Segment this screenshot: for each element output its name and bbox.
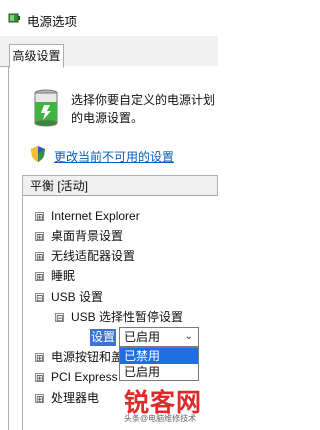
option-disabled[interactable]: 已禁用: [120, 348, 198, 364]
chevron-down-icon[interactable]: ⌄: [185, 328, 193, 346]
collapse-icon[interactable]: ⊟: [35, 293, 44, 303]
expand-icon[interactable]: ⊞: [35, 353, 44, 363]
tree-item-label: USB 选择性暂停设置: [71, 310, 184, 324]
tab-advanced-settings[interactable]: 高级设置: [9, 44, 64, 68]
option-enabled[interactable]: 已启用: [120, 364, 198, 380]
battery-icon: [34, 89, 58, 127]
tree-item-label: 桌面背景设置: [51, 229, 124, 243]
expand-icon[interactable]: ⊞: [35, 232, 44, 242]
change-unavailable-settings-link[interactable]: 更改当前不可用的设置: [54, 148, 174, 165]
tree-item-label: USB 设置: [51, 290, 104, 304]
description-line-1: 选择你要自定义的电源计划: [71, 93, 216, 107]
description-line-2: 的电源设置。: [71, 111, 144, 125]
tree-item-label: PCI Express: [51, 370, 118, 384]
power-plan-select[interactable]: 平衡 [活动]: [22, 175, 218, 196]
expand-icon[interactable]: ⊞: [35, 272, 44, 282]
expand-icon[interactable]: ⊞: [35, 252, 44, 262]
expand-icon[interactable]: ⊞: [35, 373, 44, 383]
power-options-icon: [8, 13, 20, 23]
watermark-subtext: 头条@电脑维修技术: [124, 414, 197, 423]
tree-item-label: 处理器电: [51, 391, 100, 405]
tree-item-label: 电源按钮和盖: [51, 350, 124, 364]
dropdown-list: 已禁用 已启用: [119, 347, 199, 381]
combo-value: 已启用: [124, 330, 161, 344]
shield-icon: [31, 146, 45, 162]
expand-icon[interactable]: ⊞: [35, 212, 44, 222]
tree-item-label: 睡眠: [51, 269, 76, 283]
title-bar: 电源选项: [0, 0, 218, 36]
usb-suspend-combo[interactable]: 已启用 ⌄: [119, 327, 199, 347]
tree-item-label: Internet Explorer: [51, 209, 140, 223]
window-title: 电源选项: [27, 15, 78, 29]
expand-icon[interactable]: ⊞: [35, 394, 44, 404]
tree-item-label: 无线适配器设置: [51, 249, 136, 263]
collapse-icon[interactable]: ⊟: [55, 313, 64, 323]
setting-label: 设置: [90, 329, 117, 346]
